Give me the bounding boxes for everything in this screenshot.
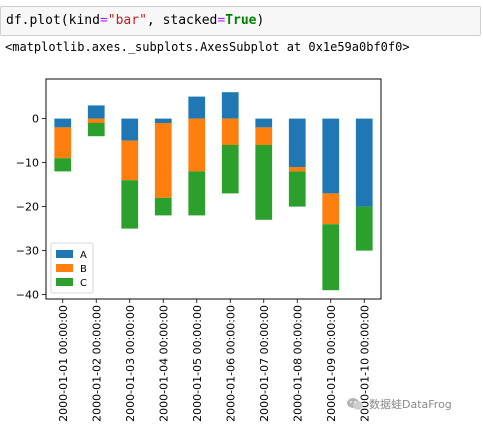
bar-a-1 xyxy=(54,118,72,128)
bar-b-6 xyxy=(221,118,239,145)
y-tick-label: −30 xyxy=(16,245,39,258)
x-tick-label: 2000-01-03 00:00:00 xyxy=(124,305,137,422)
bar-b-8 xyxy=(288,167,306,172)
legend-label-c: C xyxy=(80,278,87,289)
bar-a-5 xyxy=(188,96,206,119)
bar-c-2 xyxy=(87,123,105,137)
x-tick-label: 2000-01-09 00:00:00 xyxy=(325,305,338,422)
legend-label-a: A xyxy=(80,250,87,261)
bar-c-1 xyxy=(54,158,72,172)
bar-c-3 xyxy=(121,180,139,229)
bar-c-9 xyxy=(322,224,340,291)
bar-c-8 xyxy=(288,171,306,207)
x-tick-label: 2000-01-01 00:00:00 xyxy=(57,305,70,422)
legend-swatch-a xyxy=(56,250,73,258)
bar-b-2 xyxy=(87,118,105,123)
wechat-icon xyxy=(347,398,363,410)
bar-c-5 xyxy=(188,171,206,216)
legend-label-b: B xyxy=(80,264,87,275)
bar-a-2 xyxy=(87,105,105,119)
bar-c-4 xyxy=(154,197,172,216)
y-tick-label: −20 xyxy=(16,201,39,214)
bar-b-4 xyxy=(154,123,172,198)
x-tick-label: 2000-01-05 00:00:00 xyxy=(191,305,204,422)
y-tick-label: −40 xyxy=(16,289,39,302)
bar-b-7 xyxy=(255,127,273,145)
bar-a-3 xyxy=(121,118,139,141)
y-tick-label: −10 xyxy=(16,157,39,170)
x-tick-label: 2000-01-02 00:00:00 xyxy=(90,305,103,422)
legend-swatch-b xyxy=(56,264,73,272)
bar-a-8 xyxy=(288,118,306,167)
bar-c-7 xyxy=(255,145,273,220)
watermark: 数据蛙DataFrog xyxy=(346,396,452,412)
x-tick-label: 2000-01-04 00:00:00 xyxy=(157,305,170,422)
x-tick-label: 2000-01-07 00:00:00 xyxy=(258,305,271,422)
y-tick-label: 0 xyxy=(32,113,39,126)
stacked-bar-chart: 0 −10 −20 −30 −40 2000-01-01 00:00:00 2000-01-… xyxy=(16,78,382,422)
bar-b-9 xyxy=(322,193,340,225)
bar-b-3 xyxy=(121,140,139,181)
bar-a-6 xyxy=(221,92,239,119)
bar-c-6 xyxy=(221,145,239,194)
bar-a-7 xyxy=(255,118,273,128)
x-tick-label: 2000-01-08 00:00:00 xyxy=(291,305,304,422)
legend-swatch-c xyxy=(56,278,73,286)
x-tick-label: 2000-01-06 00:00:00 xyxy=(224,305,237,422)
bar-c-10 xyxy=(355,206,373,251)
bar-b-5 xyxy=(188,118,206,172)
bar-a-4 xyxy=(154,118,172,123)
bar-a-10 xyxy=(355,118,373,207)
watermark-text: 数据蛙DataFrog xyxy=(369,398,452,411)
bar-a-9 xyxy=(322,118,340,194)
bar-b-1 xyxy=(54,127,72,159)
